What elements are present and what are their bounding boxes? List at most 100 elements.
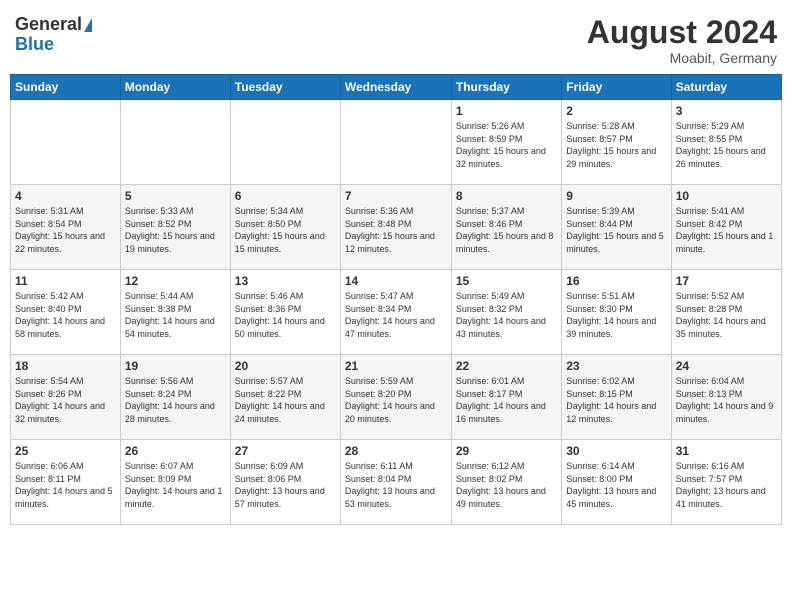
calendar-cell: 28Sunrise: 6:11 AMSunset: 8:04 PMDayligh… bbox=[340, 440, 451, 525]
col-header-sunday: Sunday bbox=[11, 75, 121, 100]
day-info: Sunrise: 6:14 AMSunset: 8:00 PMDaylight:… bbox=[566, 460, 666, 510]
day-info: Sunrise: 6:07 AMSunset: 8:09 PMDaylight:… bbox=[125, 460, 226, 510]
day-info: Sunrise: 6:09 AMSunset: 8:06 PMDaylight:… bbox=[235, 460, 336, 510]
calendar-week-2: 4Sunrise: 5:31 AMSunset: 8:54 PMDaylight… bbox=[11, 185, 782, 270]
day-number: 15 bbox=[456, 274, 557, 288]
calendar-cell: 25Sunrise: 6:06 AMSunset: 8:11 PMDayligh… bbox=[11, 440, 121, 525]
day-number: 12 bbox=[125, 274, 226, 288]
calendar-cell: 14Sunrise: 5:47 AMSunset: 8:34 PMDayligh… bbox=[340, 270, 451, 355]
day-number: 18 bbox=[15, 359, 116, 373]
col-header-saturday: Saturday bbox=[671, 75, 781, 100]
day-info: Sunrise: 5:54 AMSunset: 8:26 PMDaylight:… bbox=[15, 375, 116, 425]
day-number: 10 bbox=[676, 189, 777, 203]
day-info: Sunrise: 5:28 AMSunset: 8:57 PMDaylight:… bbox=[566, 120, 666, 170]
day-number: 19 bbox=[125, 359, 226, 373]
calendar-week-5: 25Sunrise: 6:06 AMSunset: 8:11 PMDayligh… bbox=[11, 440, 782, 525]
calendar-cell: 15Sunrise: 5:49 AMSunset: 8:32 PMDayligh… bbox=[451, 270, 561, 355]
day-number: 27 bbox=[235, 444, 336, 458]
day-info: Sunrise: 5:41 AMSunset: 8:42 PMDaylight:… bbox=[676, 205, 777, 255]
day-number: 8 bbox=[456, 189, 557, 203]
day-number: 30 bbox=[566, 444, 666, 458]
day-info: Sunrise: 6:12 AMSunset: 8:02 PMDaylight:… bbox=[456, 460, 557, 510]
calendar-cell: 23 Sunrise: 6:02 AMSunset: 8:15 PMDayligh… bbox=[562, 355, 671, 440]
day-info: Sunrise: 6:16 AMSunset: 7:57 PMDaylight:… bbox=[676, 460, 777, 510]
calendar-cell: 11 Sunrise: 5:42 AMSunset: 8:40 PMDayligh… bbox=[11, 270, 121, 355]
day-info: Sunrise: 5:46 AMSunset: 8:36 PMDaylight:… bbox=[235, 290, 336, 340]
day-number: 4 bbox=[15, 189, 116, 203]
month-title: August 2024 bbox=[587, 15, 777, 50]
day-number: 25 bbox=[15, 444, 116, 458]
calendar-cell: 10 Sunrise: 5:41 AMSunset: 8:42 PMDayligh… bbox=[671, 185, 781, 270]
day-info: Sunrise: 5:47 AMSunset: 8:34 PMDaylight:… bbox=[345, 290, 447, 340]
day-info: Sunrise: 6:04 AMSunset: 8:13 PMDaylight:… bbox=[676, 375, 777, 425]
calendar-cell: 5 Sunrise: 5:33 AMSunset: 8:52 PMDaylight… bbox=[120, 185, 230, 270]
day-number: 23 bbox=[566, 359, 666, 373]
calendar-week-3: 11 Sunrise: 5:42 AMSunset: 8:40 PMDayligh… bbox=[11, 270, 782, 355]
calendar-cell bbox=[230, 100, 340, 185]
col-header-thursday: Thursday bbox=[451, 75, 561, 100]
calendar-cell: 27 Sunrise: 6:09 AMSunset: 8:06 PMDayligh… bbox=[230, 440, 340, 525]
day-info: Sunrise: 5:26 AMSunset: 8:59 PMDaylight:… bbox=[456, 120, 557, 170]
calendar-cell: 30 Sunrise: 6:14 AMSunset: 8:00 PMDayligh… bbox=[562, 440, 671, 525]
day-info: Sunrise: 6:02 AMSunset: 8:15 PMDaylight:… bbox=[566, 375, 666, 425]
day-info: Sunrise: 5:59 AMSunset: 8:20 PMDaylight:… bbox=[345, 375, 447, 425]
calendar-week-1: 1Sunrise: 5:26 AMSunset: 8:59 PMDaylight… bbox=[11, 100, 782, 185]
day-number: 3 bbox=[676, 104, 777, 118]
calendar-cell: 19 Sunrise: 5:56 AMSunset: 8:24 PMDayligh… bbox=[120, 355, 230, 440]
calendar-cell: 3 Sunrise: 5:29 AMSunset: 8:55 PMDaylight… bbox=[671, 100, 781, 185]
calendar-cell: 26Sunrise: 6:07 AMSunset: 8:09 PMDayligh… bbox=[120, 440, 230, 525]
day-info: Sunrise: 5:51 AMSunset: 8:30 PMDaylight:… bbox=[566, 290, 666, 340]
col-header-friday: Friday bbox=[562, 75, 671, 100]
calendar-cell: 17 Sunrise: 5:52 AMSunset: 8:28 PMDayligh… bbox=[671, 270, 781, 355]
day-info: Sunrise: 5:39 AMSunset: 8:44 PMDaylight:… bbox=[566, 205, 666, 255]
day-number: 31 bbox=[676, 444, 777, 458]
logo: General Blue bbox=[15, 15, 92, 55]
day-number: 5 bbox=[125, 189, 226, 203]
day-info: Sunrise: 5:56 AMSunset: 8:24 PMDaylight:… bbox=[125, 375, 226, 425]
day-number: 13 bbox=[235, 274, 336, 288]
day-number: 16 bbox=[566, 274, 666, 288]
calendar-cell: 20Sunrise: 5:57 AMSunset: 8:22 PMDayligh… bbox=[230, 355, 340, 440]
logo-icon bbox=[84, 18, 92, 32]
logo-general-text: General bbox=[15, 15, 82, 35]
day-number: 2 bbox=[566, 104, 666, 118]
day-number: 6 bbox=[235, 189, 336, 203]
calendar-header-row: SundayMondayTuesdayWednesdayThursdayFrid… bbox=[11, 75, 782, 100]
col-header-tuesday: Tuesday bbox=[230, 75, 340, 100]
calendar-cell: 9 Sunrise: 5:39 AMSunset: 8:44 PMDaylight… bbox=[562, 185, 671, 270]
day-number: 11 bbox=[15, 274, 116, 288]
day-info: Sunrise: 5:52 AMSunset: 8:28 PMDaylight:… bbox=[676, 290, 777, 340]
calendar-table: SundayMondayTuesdayWednesdayThursdayFrid… bbox=[10, 74, 782, 525]
calendar-cell: 16 Sunrise: 5:51 AMSunset: 8:30 PMDayligh… bbox=[562, 270, 671, 355]
day-number: 7 bbox=[345, 189, 447, 203]
day-info: Sunrise: 5:37 AMSunset: 8:46 PMDaylight:… bbox=[456, 205, 557, 255]
calendar-cell: 12Sunrise: 5:44 AMSunset: 8:38 PMDayligh… bbox=[120, 270, 230, 355]
calendar-cell: 1Sunrise: 5:26 AMSunset: 8:59 PMDaylight… bbox=[451, 100, 561, 185]
logo-blue-text: Blue bbox=[15, 35, 54, 55]
calendar-cell: 29Sunrise: 6:12 AMSunset: 8:02 PMDayligh… bbox=[451, 440, 561, 525]
calendar-cell: 31 Sunrise: 6:16 AMSunset: 7:57 PMDayligh… bbox=[671, 440, 781, 525]
calendar-cell bbox=[120, 100, 230, 185]
day-number: 24 bbox=[676, 359, 777, 373]
day-number: 9 bbox=[566, 189, 666, 203]
calendar-cell: 8 Sunrise: 5:37 AMSunset: 8:46 PMDaylight… bbox=[451, 185, 561, 270]
calendar-cell: 21Sunrise: 5:59 AMSunset: 8:20 PMDayligh… bbox=[340, 355, 451, 440]
calendar-cell: 6Sunrise: 5:34 AMSunset: 8:50 PMDaylight… bbox=[230, 185, 340, 270]
location: Moabit, Germany bbox=[587, 50, 777, 66]
day-number: 20 bbox=[235, 359, 336, 373]
day-info: Sunrise: 6:01 AMSunset: 8:17 PMDaylight:… bbox=[456, 375, 557, 425]
day-number: 17 bbox=[676, 274, 777, 288]
calendar-cell: 4Sunrise: 5:31 AMSunset: 8:54 PMDaylight… bbox=[11, 185, 121, 270]
page-header: General Blue August 2024 Moabit, Germany bbox=[10, 10, 782, 66]
day-number: 28 bbox=[345, 444, 447, 458]
day-number: 22 bbox=[456, 359, 557, 373]
day-info: Sunrise: 5:29 AMSunset: 8:55 PMDaylight:… bbox=[676, 120, 777, 170]
day-info: Sunrise: 5:33 AMSunset: 8:52 PMDaylight:… bbox=[125, 205, 226, 255]
calendar-cell bbox=[11, 100, 121, 185]
calendar-cell: 24 Sunrise: 6:04 AMSunset: 8:13 PMDayligh… bbox=[671, 355, 781, 440]
calendar-cell: 22 Sunrise: 6:01 AMSunset: 8:17 PMDayligh… bbox=[451, 355, 561, 440]
day-info: Sunrise: 5:42 AMSunset: 8:40 PMDaylight:… bbox=[15, 290, 116, 340]
calendar-cell: 2 Sunrise: 5:28 AMSunset: 8:57 PMDaylight… bbox=[562, 100, 671, 185]
calendar-cell: 18 Sunrise: 5:54 AMSunset: 8:26 PMDayligh… bbox=[11, 355, 121, 440]
calendar-week-4: 18 Sunrise: 5:54 AMSunset: 8:26 PMDayligh… bbox=[11, 355, 782, 440]
